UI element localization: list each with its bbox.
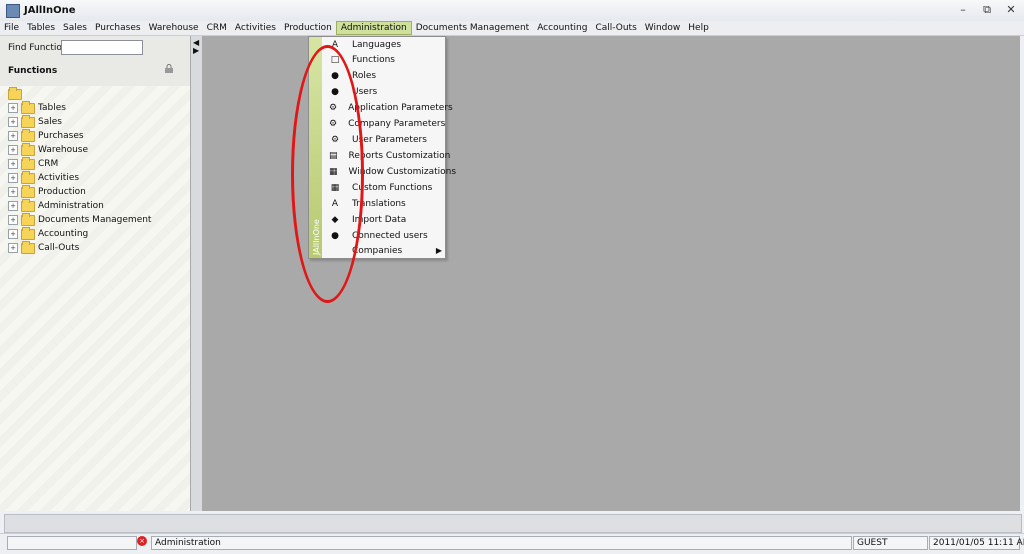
menu-file[interactable]: File <box>0 21 23 35</box>
submenu-arrow-icon: ▶ <box>435 246 442 255</box>
functions-sidebar: Find Function Functions + Tables + Sales +… <box>0 36 191 511</box>
lock-icon[interactable] <box>164 64 174 74</box>
status-user: GUEST <box>853 536 928 550</box>
tree-item-label: Sales <box>38 117 62 127</box>
close-button[interactable]: ✕ <box>1004 3 1018 17</box>
folder-icon <box>21 226 35 240</box>
tree-item-crm[interactable]: + CRM <box>8 156 59 171</box>
functions-tree: + Tables + Sales + Purchases + Warehouse + CR… <box>0 86 190 511</box>
menu-bar: File Tables Sales Purchases Warehouse CR… <box>0 21 1024 36</box>
menu-sales[interactable]: Sales <box>59 21 91 35</box>
status-function: Administration <box>151 536 852 550</box>
expand-icon[interactable]: + <box>8 173 18 183</box>
status-left <box>7 536 137 550</box>
menu-administration[interactable]: Administration <box>335 21 412 35</box>
tree-item-label: Production <box>38 187 86 197</box>
status-datetime: 2011/01/05 11:11 AM <box>929 536 1024 550</box>
window-title: JAllInOne <box>24 5 76 16</box>
find-function-label: Find Function <box>8 43 68 53</box>
minimize-button[interactable]: – <box>956 3 970 17</box>
folder-icon <box>21 240 35 254</box>
menu-window[interactable]: Window <box>641 21 685 35</box>
expand-icon[interactable]: + <box>8 117 18 127</box>
folder-icon <box>21 100 35 114</box>
menu-warehouse[interactable]: Warehouse <box>145 21 203 35</box>
tree-item-label: Tables <box>38 103 66 113</box>
tree-item-label: Warehouse <box>38 145 89 155</box>
menu-tables[interactable]: Tables <box>23 21 59 35</box>
maximize-button[interactable]: ⧉ <box>980 3 994 17</box>
expand-right-icon[interactable]: ▶ <box>193 46 199 55</box>
tree-item-label: CRM <box>38 159 59 169</box>
folder-icon <box>21 198 35 212</box>
menu-documents-management[interactable]: Documents Management <box>412 21 533 35</box>
root-folder-icon[interactable] <box>8 87 22 100</box>
expand-icon[interactable]: + <box>8 215 18 225</box>
tree-item-administration[interactable]: + Administration <box>8 198 104 213</box>
functions-title: Functions <box>8 66 58 76</box>
tree-item-label: Administration <box>38 201 104 211</box>
tree-item-production[interactable]: + Production <box>8 184 86 199</box>
tree-item-warehouse[interactable]: + Warehouse <box>8 142 89 157</box>
folder-icon <box>21 170 35 184</box>
tree-item-accounting[interactable]: + Accounting <box>8 226 89 241</box>
menu-crm[interactable]: CRM <box>203 21 231 35</box>
expand-icon[interactable]: + <box>8 229 18 239</box>
folder-icon <box>21 114 35 128</box>
folder-icon <box>21 156 35 170</box>
menu-purchases[interactable]: Purchases <box>91 21 145 35</box>
folder-icon <box>21 142 35 156</box>
tree-item-documents-management[interactable]: + Documents Management <box>8 212 152 227</box>
app-icon <box>6 4 20 18</box>
tree-item-label: Activities <box>38 173 80 183</box>
red-annotation-oval <box>291 45 364 303</box>
expand-icon[interactable]: + <box>8 187 18 197</box>
bottom-panel <box>4 514 1022 533</box>
expand-icon[interactable]: + <box>8 131 18 141</box>
tree-item-label: Documents Management <box>38 215 152 225</box>
folder-icon <box>21 128 35 142</box>
error-icon: × <box>137 536 147 546</box>
expand-icon[interactable]: + <box>8 243 18 253</box>
folder-icon <box>21 184 35 198</box>
tree-item-call-outs[interactable]: + Call-Outs <box>8 240 80 255</box>
status-bar: × Administration GUEST 2011/01/05 11:11 … <box>0 533 1024 554</box>
expand-icon[interactable]: + <box>8 145 18 155</box>
menu-call-outs[interactable]: Call-Outs <box>591 21 640 35</box>
tree-item-purchases[interactable]: + Purchases <box>8 128 84 143</box>
find-function-input[interactable] <box>61 40 143 55</box>
tree-item-label: Call-Outs <box>38 243 80 253</box>
expand-icon[interactable]: + <box>8 201 18 211</box>
expand-icon[interactable]: + <box>8 103 18 113</box>
expand-icon[interactable]: + <box>8 159 18 169</box>
menu-accounting[interactable]: Accounting <box>533 21 591 35</box>
tree-item-activities[interactable]: + Activities <box>8 170 80 185</box>
tree-item-label: Purchases <box>38 131 84 141</box>
menu-help[interactable]: Help <box>684 21 713 35</box>
tree-item-label: Accounting <box>38 229 89 239</box>
tree-item-tables[interactable]: + Tables <box>8 100 66 115</box>
folder-icon <box>21 212 35 226</box>
menu-activities[interactable]: Activities <box>231 21 280 35</box>
menu-production[interactable]: Production <box>280 21 336 35</box>
menu-item-languages[interactable]: A Languages <box>322 37 445 52</box>
tree-item-sales[interactable]: + Sales <box>8 114 62 129</box>
window-title-bar: JAllInOne – ⧉ ✕ <box>0 0 1024 22</box>
